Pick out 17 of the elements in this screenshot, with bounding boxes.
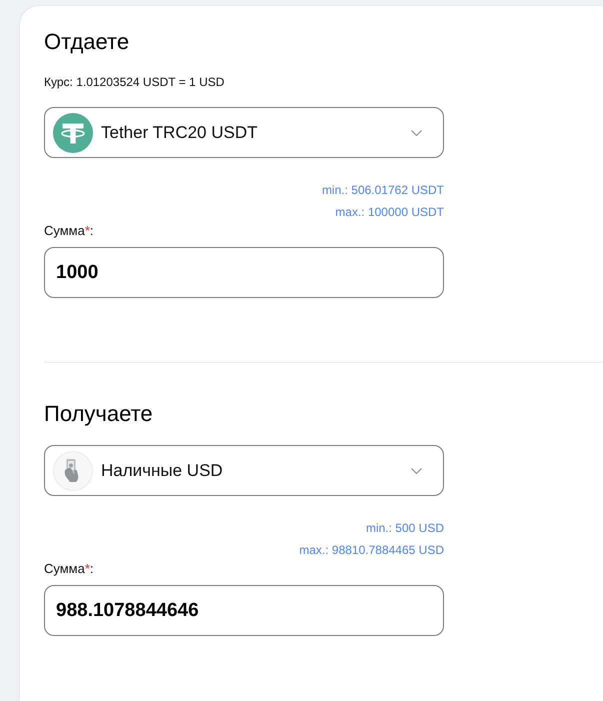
limit-text: max.: 98810.7884465 USD	[299, 542, 444, 559]
limit-text: min.: 500 USD	[366, 520, 444, 537]
amount-label: Сумма*:	[44, 224, 94, 238]
tether-coin-icon	[53, 112, 93, 152]
section-heading: Отдаете	[44, 28, 130, 56]
chevron-down-icon	[411, 130, 422, 136]
limit-text: min.: 506.01762 USDT	[322, 182, 444, 199]
currency-select[interactable]: Наличные USD	[44, 445, 444, 496]
exchange-rate-text: Курс: 1.01203524 USDT = 1 USD	[44, 74, 226, 90]
chevron-down-icon	[411, 468, 422, 474]
currency-select[interactable]: Tether TRC20 USDT	[44, 107, 444, 158]
amount-field[interactable]: 988.1078844646	[44, 585, 444, 636]
section-heading: Получаете	[44, 400, 154, 428]
limit-text: max.: 100000 USDT	[335, 204, 444, 221]
amount-label: Сумма*:	[44, 562, 94, 576]
hand-holding-card-icon	[53, 450, 93, 490]
amount-field[interactable]: 1000	[44, 247, 444, 298]
